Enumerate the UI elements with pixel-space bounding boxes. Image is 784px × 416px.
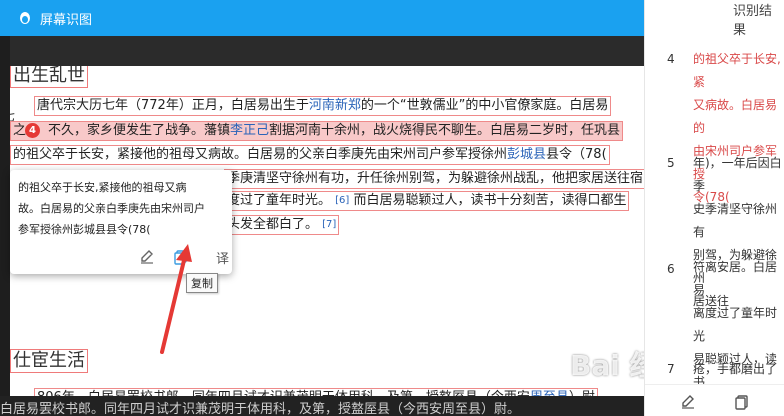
red-arrow-annotation — [160, 244, 192, 354]
text-line: 唐代宗大历七年（772年）正月，白居易出生于河南新郑的一个“世敦儒业”的中小官僚… — [34, 96, 612, 116]
copy-icon[interactable] — [733, 393, 751, 411]
result-number: 4 — [667, 52, 675, 66]
result-number: 5 — [667, 156, 675, 170]
link-henan-xinzheng[interactable]: 河南新郑 — [309, 98, 361, 113]
result-number: 7 — [667, 362, 675, 376]
bottom-text-strip: 白居易罢校书郎。同年四月试才识兼茂明于体用科，及第，授盩厔县（今西安周至县）尉。 — [0, 396, 644, 416]
block-number-badge[interactable]: 4 — [25, 123, 40, 138]
edit-icon[interactable] — [679, 393, 697, 411]
link-li-zhengji[interactable]: 李正己 — [230, 123, 269, 138]
popup-text[interactable]: 的祖父卒于长安,紧接他的祖母又病 故。白居易的父亲白季庚先由宋州司户 参军授徐州… — [18, 177, 224, 240]
bottom-text: 白居易罢校书郎。同年四月试才识兼茂明于体用科，及第，授盩厔县（今西安周至县）尉。 — [0, 402, 521, 416]
text-line: 季庚清坚守徐州有功，升任徐州别驾，为躲避徐州战乱，他把家居送往宿 — [224, 169, 644, 189]
panel-top-label: 识别结果 — [733, 4, 773, 38]
reference-7[interactable]: [7] — [322, 219, 336, 230]
left-edge-strip — [0, 36, 10, 416]
text-line: 的祖父卒于长安，紧接他的祖母又病故。白居易的父亲白季庚先由宋州司户参军授徐州彭城… — [10, 145, 610, 165]
results-panel: 识别结果 4 的祖父卒于长安,紧 又病故。白居易的 由宋州司户参军授 令(78(… — [644, 0, 784, 416]
text-line-selected[interactable]: 之不久，家乡便发生了战争。藩镇李正己割据河南十余州，战火烧得民不聊生。白居易二岁… — [10, 121, 624, 141]
text-line: 头发全都白了。 [7] — [224, 215, 340, 235]
result-number: 6 — [667, 262, 675, 276]
app-title-bar: 屏幕识图 — [0, 0, 644, 36]
text-line: 度过了童年时光。 [6] 而白居易聪颖过人，读书十分刻苦，读得口都生 — [224, 191, 630, 211]
app-title: 屏幕识图 — [40, 13, 93, 28]
panel-bottom-toolbar — [645, 384, 784, 416]
penguin-icon — [20, 12, 30, 24]
section-heading-career: 仕宦生活 — [10, 349, 88, 373]
reference-6[interactable]: [6] — [335, 195, 349, 206]
translate-button[interactable]: 译 — [216, 248, 229, 267]
screenshot-toolbar-area — [10, 36, 644, 66]
section-heading-birth: 出生乱世 — [10, 66, 88, 88]
link-pengcheng-county[interactable]: 彭城县 — [507, 147, 546, 162]
